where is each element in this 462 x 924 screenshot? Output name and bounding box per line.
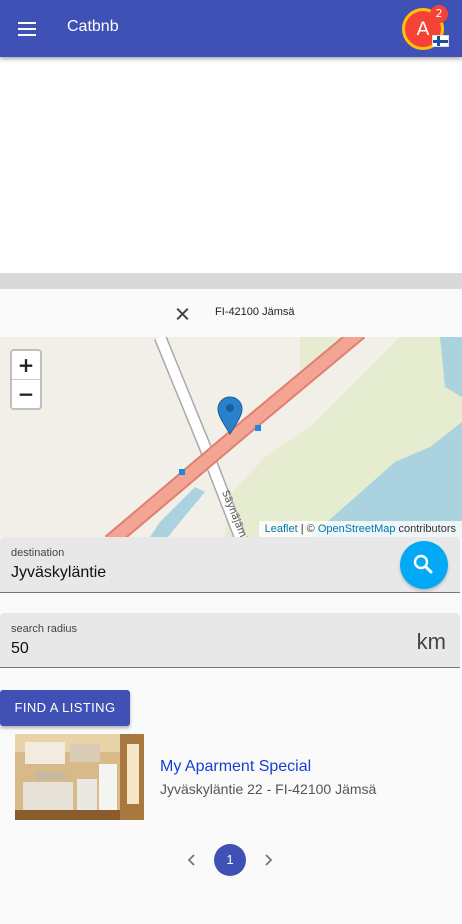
map-attribution: Leaflet | © OpenStreetMap contributors — [258, 521, 462, 537]
search-radius-input[interactable]: 50 — [11, 640, 29, 658]
divider-bar — [0, 273, 462, 289]
menu-icon[interactable] — [14, 16, 40, 42]
destination-field[interactable]: destination Jyväskyläntie — [0, 537, 460, 593]
close-icon[interactable] — [170, 302, 194, 326]
zoom-out-button[interactable]: − — [12, 380, 40, 408]
chevron-right-icon[interactable] — [257, 849, 279, 871]
zoom-control: + − — [10, 349, 42, 410]
finland-flag-icon[interactable] — [432, 35, 449, 47]
poi-marker[interactable] — [255, 425, 261, 431]
app-bar: Catbnb A 2 — [0, 0, 462, 57]
app-title: Catbnb — [67, 18, 119, 35]
radius-unit: km — [416, 629, 446, 654]
find-listing-button[interactable]: FIND A LISTING — [0, 690, 130, 726]
chevron-left-icon[interactable] — [181, 849, 203, 871]
attribution-suffix: contributors — [395, 523, 456, 535]
location-bar: FI-42100 Jämsä — [0, 289, 462, 337]
attribution-separator: | © — [297, 523, 318, 535]
search-icon — [413, 554, 433, 574]
search-radius-label: search radius — [11, 623, 78, 635]
map[interactable]: Säynäjämäntie + − Leaflet | © OpenStreet… — [0, 337, 462, 537]
page-button-1[interactable]: 1 — [214, 844, 246, 876]
listing-thumbnail[interactable] — [15, 734, 144, 820]
destination-label: destination — [11, 547, 65, 559]
search-button[interactable] — [400, 541, 448, 589]
listing-item[interactable]: My Aparment Special Jyväskyläntie 22 - F… — [0, 733, 462, 823]
kitchen-photo — [15, 734, 144, 820]
listing-title[interactable]: My Aparment Special — [160, 758, 311, 776]
search-radius-field[interactable]: search radius 50 km — [0, 613, 460, 668]
openstreetmap-link[interactable]: OpenStreetMap — [318, 523, 396, 535]
destination-input[interactable]: Jyväskyläntie — [11, 564, 106, 582]
location-text: FI-42100 Jämsä — [215, 306, 295, 318]
zoom-in-button[interactable]: + — [12, 351, 40, 380]
listing-address: Jyväskyläntie 22 - FI-42100 Jämsä — [160, 781, 377, 797]
leaflet-link[interactable]: Leaflet — [265, 523, 298, 535]
notification-badge: 2 — [430, 5, 448, 23]
map-tiles: Säynäjämäntie — [104, 337, 462, 537]
empty-content-area — [0, 57, 462, 273]
poi-marker[interactable] — [179, 469, 185, 475]
